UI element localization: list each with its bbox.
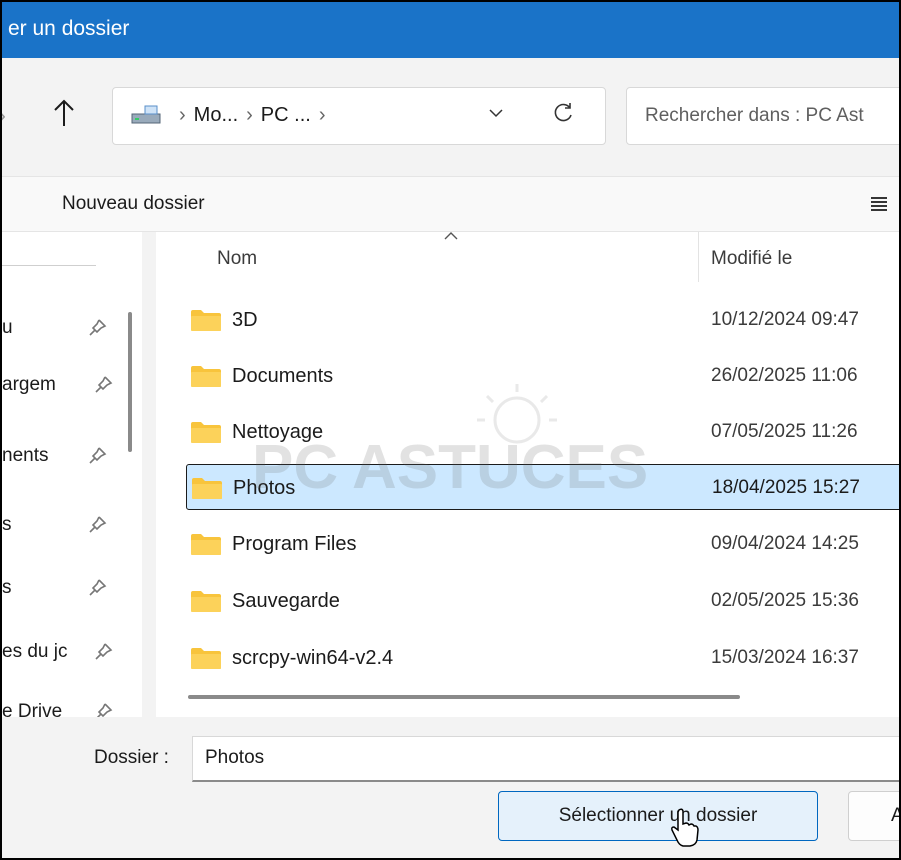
mouse-cursor-icon: [671, 808, 699, 847]
drive-icon: [131, 105, 161, 124]
sidebar-item-label: s: [2, 514, 12, 535]
sidebar-item[interactable]: u: [2, 311, 142, 345]
file-name: Nettoyage: [232, 421, 324, 443]
folder-field-label: Dossier :: [94, 747, 169, 768]
pin-icon: [95, 643, 113, 660]
file-modified: 26/02/2025 11:06: [711, 365, 858, 386]
folder-name-input[interactable]: [205, 747, 805, 769]
folder-icon: [192, 478, 222, 499]
new-folder-button[interactable]: Nouveau dossier: [62, 193, 205, 215]
folder-icon: [191, 648, 221, 669]
folder-field[interactable]: [192, 736, 899, 782]
file-modified: 09/04/2024 14:25: [711, 533, 859, 554]
folder-icon: [191, 591, 221, 612]
file-row[interactable]: Documents 26/02/2025 11:06: [186, 353, 899, 399]
arrow-up-icon[interactable]: [52, 98, 76, 128]
sidebar-item-label: es du jc: [2, 641, 68, 662]
file-modified: 07/05/2025 11:26: [711, 421, 858, 442]
breadcrumb-separator: ›: [318, 104, 326, 126]
address-bar[interactable]: › Mo... › PC ... ›: [112, 87, 606, 145]
title-bar: er un dossier: [2, 2, 899, 58]
pin-icon: [95, 376, 113, 393]
pin-icon: [89, 516, 107, 533]
breadcrumb: › Mo... › PC ... ›: [171, 104, 333, 127]
file-modified: 02/05/2025 15:36: [711, 590, 859, 611]
pin-icon: [89, 319, 107, 336]
file-row[interactable]: scrcpy-win64-v2.4 15/03/2024 16:37: [186, 635, 899, 681]
sidebar-item-label: e Drive: [2, 701, 63, 717]
column-header-modified[interactable]: Modifié le: [711, 248, 792, 270]
pin-icon: [89, 579, 107, 596]
breadcrumb-item[interactable]: Mo...: [194, 104, 238, 126]
navigation-pane: u argem nents s s es du jc e Drive: [2, 232, 142, 717]
folder-icon: [191, 366, 221, 387]
search-input[interactable]: Rechercher dans : PC Ast: [626, 87, 899, 145]
search-placeholder: Rechercher dans : PC Ast: [645, 105, 864, 126]
file-name: Photos: [233, 477, 296, 499]
file-row[interactable]: 3D 10/12/2024 09:47: [186, 297, 899, 343]
breadcrumb-item[interactable]: PC ...: [261, 104, 311, 126]
sidebar-item[interactable]: s: [2, 508, 142, 542]
sidebar-item-label: u: [2, 317, 13, 338]
file-modified: 18/04/2025 15:27: [712, 477, 860, 498]
folder-icon: [191, 422, 221, 443]
sidebar-item-label: nents: [2, 445, 49, 466]
sort-ascending-icon: [444, 232, 458, 240]
column-header-name[interactable]: Nom: [217, 248, 257, 270]
select-folder-button[interactable]: Sélectionner un dossier: [498, 791, 818, 841]
column-divider[interactable]: [698, 232, 699, 282]
sidebar-item[interactable]: s: [2, 571, 142, 605]
pin-icon: [89, 447, 107, 464]
forward-arrow-icon[interactable]: ›: [2, 102, 6, 130]
file-row[interactable]: Nettoyage 07/05/2025 11:26: [186, 409, 899, 455]
sidebar-item-label: argem: [2, 374, 56, 395]
file-row-selected[interactable]: Photos 18/04/2025 15:27: [186, 464, 899, 510]
dialog-window: er un dossier › › Mo... › PC ... › Recherche…: [0, 0, 901, 860]
file-name: Sauvegarde: [232, 590, 340, 612]
file-name: scrcpy-win64-v2.4: [232, 647, 394, 669]
file-name: Documents: [232, 365, 334, 387]
folder-icon: [191, 310, 221, 331]
window-title: er un dossier: [8, 17, 130, 40]
refresh-icon[interactable]: [550, 100, 576, 126]
sidebar-item[interactable]: nents: [2, 439, 142, 473]
file-list: Nom Modifié le 3D 10/12/2024 09:47 Docum…: [156, 232, 899, 717]
file-row[interactable]: Sauvegarde 02/05/2025 15:36: [186, 578, 899, 624]
sidebar-item[interactable]: argem: [2, 368, 142, 402]
sidebar-item[interactable]: es du jc: [2, 635, 142, 669]
pin-icon: [96, 703, 113, 717]
chevron-down-icon[interactable]: [485, 102, 507, 124]
horizontal-scrollbar[interactable]: [188, 695, 740, 699]
breadcrumb-separator: ›: [246, 104, 253, 126]
sidebar-item[interactable]: e Drive: [2, 695, 142, 717]
sidebar-divider: [2, 265, 96, 266]
file-row[interactable]: Program Files 09/04/2024 14:25: [186, 521, 899, 567]
footer-panel: Dossier : Sélectionner un dossier A: [2, 717, 899, 858]
cancel-button[interactable]: A: [848, 791, 899, 841]
command-bar: Nouveau dossier: [2, 176, 899, 232]
folder-icon: [191, 534, 221, 555]
sidebar-item-label: s: [2, 577, 12, 598]
file-modified: 10/12/2024 09:47: [711, 309, 859, 330]
file-modified: 15/03/2024 16:37: [711, 647, 859, 668]
file-name: Program Files: [232, 533, 357, 555]
file-name: 3D: [232, 309, 258, 331]
breadcrumb-separator: ›: [179, 104, 186, 126]
view-menu-icon[interactable]: [868, 193, 890, 215]
